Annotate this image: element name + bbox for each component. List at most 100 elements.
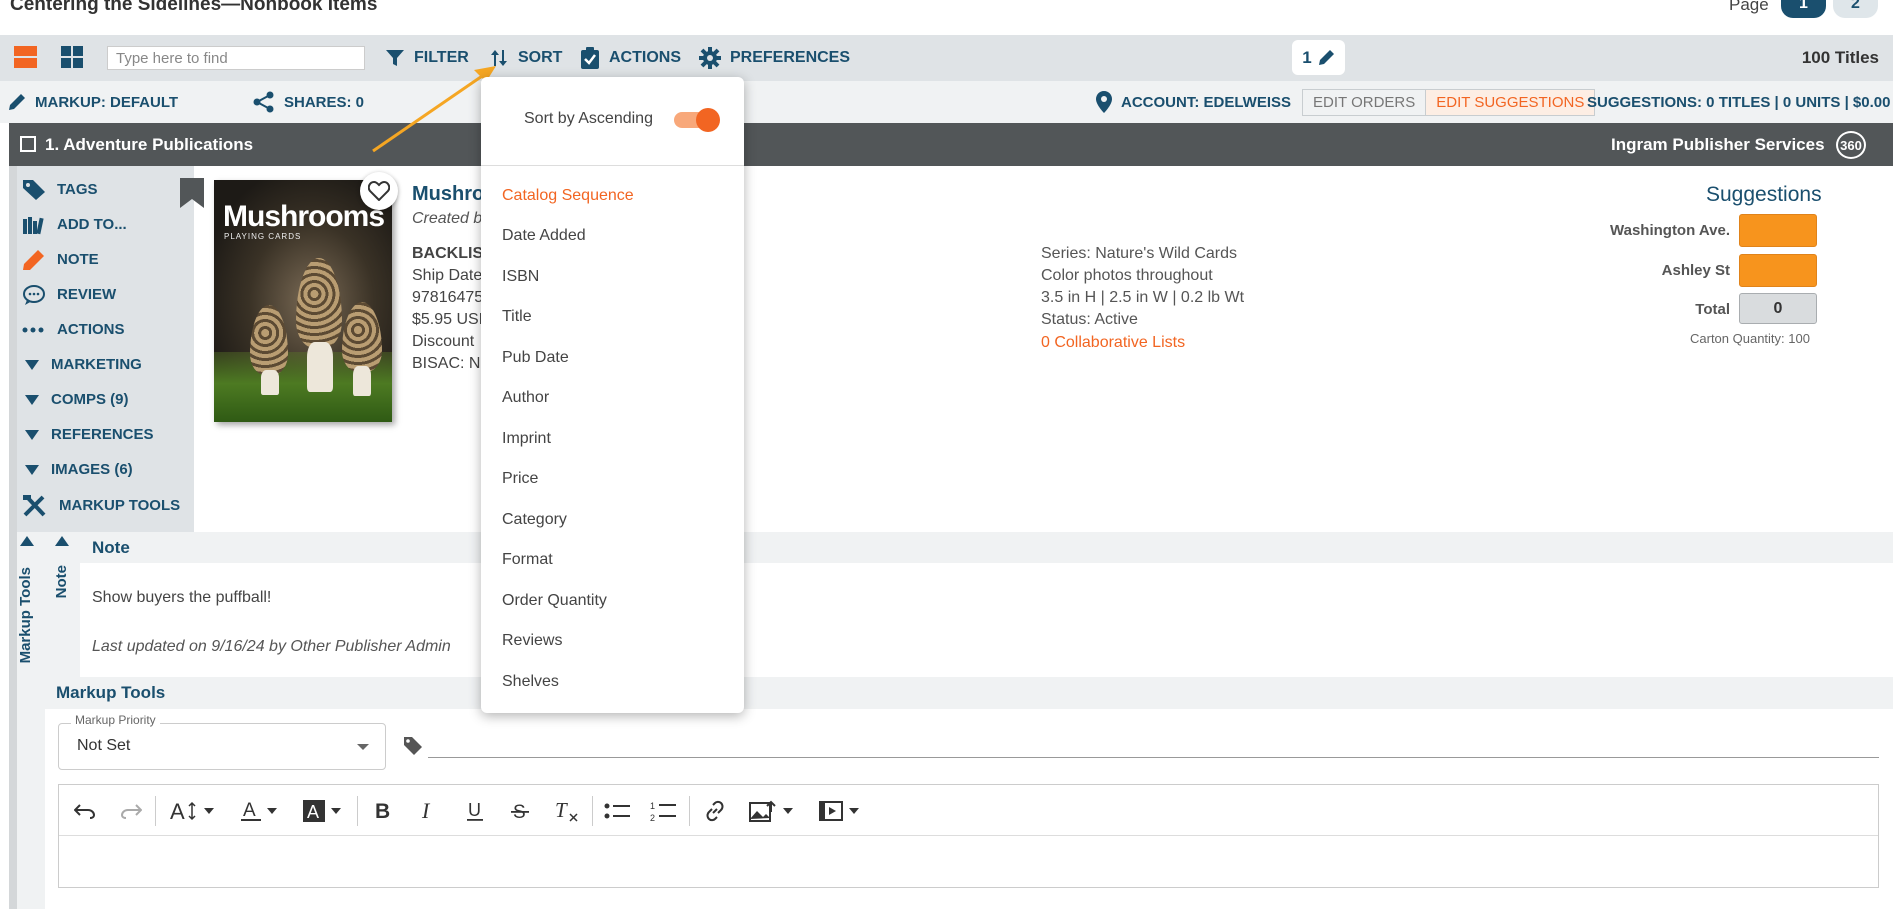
undo-button[interactable] bbox=[70, 796, 100, 826]
grid-view-icon[interactable] bbox=[61, 46, 83, 68]
edit-orders-button[interactable]: EDIT ORDERS bbox=[1303, 90, 1427, 115]
svg-text:U: U bbox=[468, 800, 481, 820]
svg-text:A: A bbox=[307, 802, 319, 822]
sort-option-pub-date[interactable]: Pub Date bbox=[502, 349, 569, 367]
image-upload-icon bbox=[749, 800, 776, 822]
selection-count-button[interactable]: 1 bbox=[1292, 40, 1345, 75]
sort-option-reviews[interactable]: Reviews bbox=[502, 632, 562, 650]
cover-subtitle: PLAYING CARDS bbox=[224, 232, 302, 241]
sidebar-item-label: COMPS (9) bbox=[51, 391, 129, 408]
sort-option-author[interactable]: Author bbox=[502, 389, 549, 407]
list-view-icon[interactable] bbox=[14, 46, 37, 68]
search-input[interactable] bbox=[107, 46, 365, 70]
account-button[interactable]: ACCOUNT: EDELWEISS bbox=[1096, 81, 1291, 123]
tag-input[interactable] bbox=[428, 757, 1879, 758]
store-label: Washington Ave. bbox=[1610, 222, 1730, 239]
shares-button[interactable]: SHARES: 0 bbox=[253, 81, 364, 123]
svg-text:2: 2 bbox=[650, 813, 655, 822]
italic-icon: I bbox=[421, 800, 431, 822]
insert-link-button[interactable] bbox=[700, 796, 730, 826]
preferences-button[interactable]: PREFERENCES bbox=[699, 35, 850, 81]
toolbar-separator bbox=[357, 796, 358, 826]
clipboard-check-icon bbox=[581, 47, 599, 69]
caret-down-icon bbox=[849, 808, 859, 814]
redo-button[interactable] bbox=[116, 796, 146, 826]
sidebar-item-comps[interactable]: COMPS (9) bbox=[22, 382, 129, 417]
markup-label: MARKUP: DEFAULT bbox=[35, 93, 179, 111]
collaborative-lists-link[interactable]: 0 Collaborative Lists bbox=[1041, 334, 1185, 352]
sidebar-item-note[interactable]: NOTE bbox=[22, 242, 99, 277]
sidebar-item-label: MARKUP TOOLS bbox=[59, 497, 181, 514]
title-checkbox[interactable] bbox=[20, 136, 36, 152]
collapse-rail-icon[interactable] bbox=[20, 536, 34, 546]
sidebar-item-label: NOTE bbox=[57, 251, 99, 268]
svg-text:I: I bbox=[421, 800, 431, 822]
insert-video-button[interactable] bbox=[813, 796, 865, 826]
bold-button[interactable]: B bbox=[368, 796, 398, 826]
sort-option-category[interactable]: Category bbox=[502, 511, 567, 529]
suggestion-qty-input[interactable] bbox=[1739, 254, 1817, 287]
caret-down-icon bbox=[267, 808, 277, 814]
undo-icon bbox=[74, 804, 96, 819]
sort-option-order-quantity[interactable]: Order Quantity bbox=[502, 592, 607, 610]
insert-image-button[interactable] bbox=[745, 796, 797, 826]
sidebar-item-label: REFERENCES bbox=[51, 426, 154, 443]
markup-button[interactable]: MARKUP: DEFAULT bbox=[8, 81, 178, 123]
note-text: Show buyers the puffball! bbox=[92, 589, 272, 606]
edit-suggestions-button[interactable]: EDIT SUGGESTIONS bbox=[1426, 90, 1595, 115]
bookmark-icon[interactable] bbox=[180, 178, 204, 208]
product-title[interactable]: Mushro bbox=[412, 183, 484, 206]
comment-icon bbox=[23, 284, 45, 305]
markup-priority-legend: Markup Priority bbox=[71, 713, 160, 727]
underline-button[interactable]: U bbox=[460, 796, 490, 826]
italic-button[interactable]: I bbox=[413, 796, 443, 826]
sort-option-isbn[interactable]: ISBN bbox=[502, 268, 539, 286]
share-icon bbox=[253, 91, 274, 113]
sort-option-title[interactable]: Title bbox=[502, 308, 532, 326]
page-2-button[interactable]: 2 bbox=[1833, 0, 1878, 18]
sort-option-date-added[interactable]: Date Added bbox=[502, 227, 586, 245]
suggestion-qty-input[interactable] bbox=[1739, 214, 1817, 247]
page-1-button[interactable]: 1 bbox=[1781, 0, 1826, 18]
markup-tools-heading: Markup Tools bbox=[56, 683, 166, 702]
sidebar-item-markup-tools[interactable]: MARKUP TOOLS bbox=[22, 488, 180, 523]
sort-option-catalog-sequence[interactable]: Catalog Sequence bbox=[502, 187, 634, 205]
left-strip bbox=[9, 166, 17, 909]
book-cover-image[interactable]: Mushrooms PLAYING CARDS bbox=[214, 180, 392, 422]
numbered-list-button[interactable]: 12 bbox=[648, 796, 678, 826]
text-color-button[interactable]: A bbox=[235, 796, 283, 826]
sidebar-item-images[interactable]: IMAGES (6) bbox=[22, 452, 133, 487]
preferences-label: PREFERENCES bbox=[730, 49, 851, 66]
collapse-note-icon[interactable] bbox=[55, 536, 69, 546]
sidebar-item-actions[interactable]: ACTIONS bbox=[22, 312, 125, 347]
numbered-list-icon: 12 bbox=[650, 801, 676, 822]
note-rail-label[interactable]: Note bbox=[53, 565, 70, 598]
sort-option-shelves[interactable]: Shelves bbox=[502, 673, 559, 691]
sidebar-item-add-to[interactable]: ADD TO... bbox=[22, 207, 127, 242]
sort-ascending-toggle[interactable] bbox=[674, 108, 722, 132]
sort-option-format[interactable]: Format bbox=[502, 551, 553, 569]
clear-format-button[interactable]: T bbox=[551, 796, 583, 826]
books-icon bbox=[23, 216, 44, 234]
strikethrough-button[interactable]: S bbox=[505, 796, 535, 826]
sidebar-item-label: ACTIONS bbox=[57, 321, 125, 338]
actions-label: ACTIONS bbox=[609, 49, 681, 66]
sidebar-item-references[interactable]: REFERENCES bbox=[22, 417, 154, 452]
actions-button[interactable]: ACTIONS bbox=[580, 35, 681, 81]
sidebar-item-review[interactable]: REVIEW bbox=[22, 277, 116, 312]
360-badge[interactable]: 360 bbox=[1836, 131, 1866, 159]
sidebar-item-marketing[interactable]: MARKETING bbox=[22, 347, 142, 382]
caret-down-icon bbox=[25, 359, 39, 370]
sort-option-imprint[interactable]: Imprint bbox=[502, 430, 551, 448]
caret-down-icon bbox=[204, 808, 214, 814]
bullet-list-button[interactable] bbox=[602, 796, 632, 826]
suggestions-summary: SUGGESTIONS: 0 TITLES | 0 UNITS | $0.00 bbox=[1587, 93, 1891, 111]
caret-down-icon bbox=[25, 394, 39, 405]
sidebar-item-tags[interactable]: TAGS bbox=[22, 172, 98, 207]
favorite-button[interactable] bbox=[360, 172, 398, 210]
markup-tools-rail-label[interactable]: Markup Tools bbox=[17, 567, 34, 663]
clear-format-icon: T bbox=[555, 800, 578, 822]
highlight-color-button[interactable]: A bbox=[297, 796, 347, 826]
font-size-button[interactable]: A bbox=[166, 796, 218, 826]
sort-option-price[interactable]: Price bbox=[502, 470, 538, 488]
